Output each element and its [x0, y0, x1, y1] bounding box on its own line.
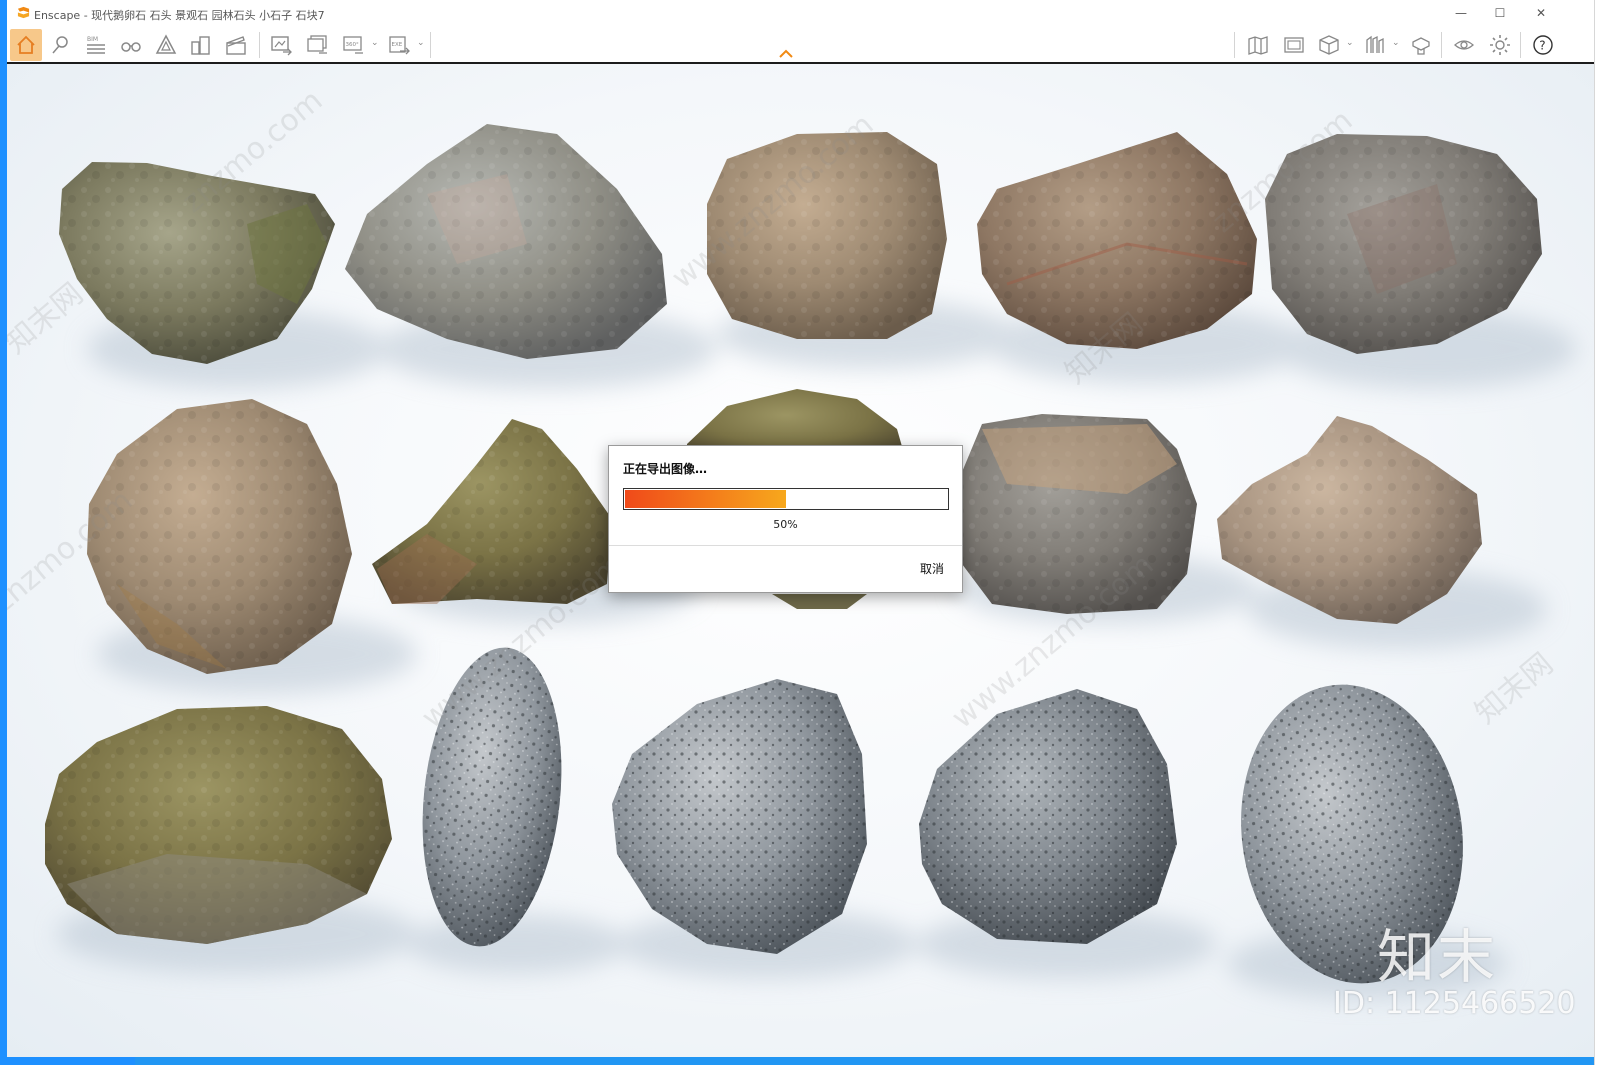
toolbar-separator — [1234, 32, 1235, 58]
help-label: ? — [1539, 39, 1545, 53]
export-exe-icon[interactable]: EXE — [384, 30, 414, 60]
library-dropdown-chevron-icon[interactable]: ⌄ — [1392, 38, 1400, 48]
brand-logo: 知末 — [1377, 923, 1498, 991]
bim-label: BIM — [87, 36, 98, 43]
visibility-eye-icon[interactable] — [1449, 30, 1479, 60]
export-progress-dialog: 正在导出图像… 50% 取消 — [608, 445, 963, 593]
window-title: Enscape - 现代鹅卵石 石头 景观石 园林石头 小石子 石块7 — [34, 9, 325, 22]
title-bar[interactable]: Enscape - 现代鹅卵石 石头 景观石 园林石头 小石子 石块7 — ☐ … — [7, 0, 1594, 26]
taskbar-edge — [0, 1057, 135, 1065]
progress-bar-fill — [625, 490, 786, 508]
toolbar: BIM 360° ⌄ EXE ⌄ ⌄ ⌄ ? — [7, 26, 1594, 64]
exe-label: EXE — [392, 42, 403, 48]
cancel-button[interactable]: 取消 — [920, 560, 944, 577]
toolbar-separator — [1441, 32, 1442, 58]
close-button[interactable]: ✕ — [1523, 3, 1559, 23]
home-icon[interactable] — [10, 29, 42, 61]
toolbar-separator — [430, 32, 431, 58]
enscape-window: Enscape - 现代鹅卵石 石头 景观石 园林石头 小石子 石块7 — ☐ … — [7, 0, 1594, 1057]
help-icon[interactable]: ? — [1528, 30, 1558, 60]
render-viewport[interactable]: znzmo.com 知末网 www.znzmo.com znzmo.com 知末… — [7, 64, 1594, 1057]
minimize-button[interactable]: — — [1443, 3, 1479, 23]
screenshot-icon[interactable] — [266, 30, 296, 60]
maximize-button[interactable]: ☐ — [1482, 3, 1518, 23]
location-pin-icon[interactable] — [45, 30, 75, 60]
collapse-toolbar-chevron-icon[interactable] — [778, 48, 794, 60]
pano-label: 360° — [346, 42, 359, 48]
clapperboard-icon[interactable] — [221, 30, 251, 60]
dialog-title: 正在导出图像… — [623, 462, 708, 476]
panorama-360-icon[interactable]: 360° — [338, 30, 368, 60]
toolbar-separator — [259, 32, 260, 58]
binoculars-icon[interactable] — [116, 30, 146, 60]
dialog-divider — [609, 545, 962, 546]
desktop-edge — [0, 0, 7, 1065]
materials-icon[interactable] — [1406, 30, 1436, 60]
bim-icon[interactable]: BIM — [81, 30, 111, 60]
toolbar-separator — [1520, 32, 1521, 58]
export-progress-bar — [623, 488, 949, 510]
library-icon[interactable] — [1360, 30, 1390, 60]
batch-render-icon[interactable] — [302, 30, 332, 60]
perspective-icon[interactable] — [151, 30, 181, 60]
map-icon[interactable] — [1243, 30, 1273, 60]
asset-cube-icon[interactable] — [1314, 30, 1344, 60]
gallery-icon[interactable] — [1279, 30, 1309, 60]
settings-gear-icon[interactable] — [1485, 30, 1515, 60]
enscape-logo-icon — [17, 6, 30, 19]
asset-dropdown-chevron-icon[interactable]: ⌄ — [1346, 38, 1354, 48]
export-dropdown-chevron-icon[interactable]: ⌄ — [417, 38, 425, 48]
panorama-dropdown-chevron-icon[interactable]: ⌄ — [371, 38, 379, 48]
buildings-icon[interactable] — [186, 30, 216, 60]
window-right-edge — [1594, 0, 1600, 1065]
progress-percent-label: 50% — [773, 518, 798, 531]
brand-id: ID: 1125466520 — [1333, 986, 1576, 1021]
